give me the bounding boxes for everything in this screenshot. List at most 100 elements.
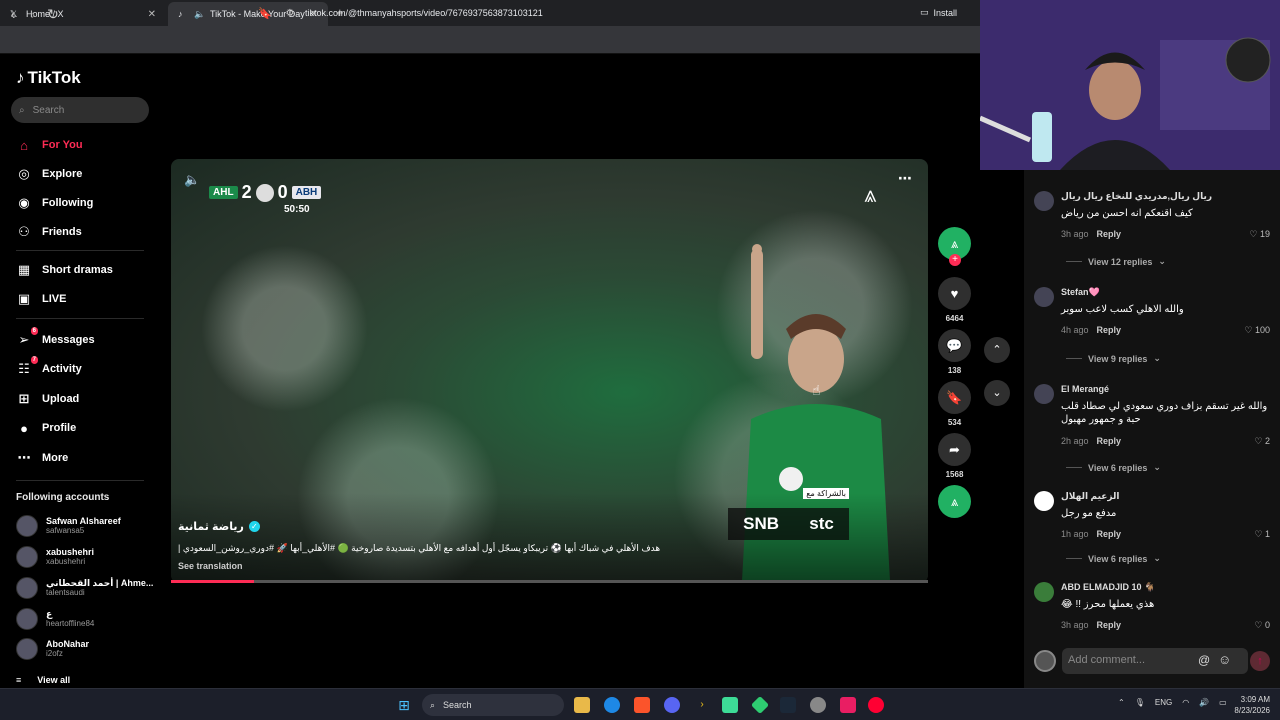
share-arrow-icon: ➦	[938, 433, 971, 466]
sidebar-item-profile[interactable]: ● Profile	[16, 417, 76, 439]
following-account[interactable]: أحمد القحطاني | Ahme... talentsaudi	[16, 577, 153, 599]
avatar[interactable]	[1034, 582, 1054, 602]
view-replies-button[interactable]: View 9 replies ⌄	[1066, 353, 1161, 364]
comment-author[interactable]: Stefan🩷	[1061, 287, 1100, 298]
view-replies-button[interactable]: View 6 replies ⌄	[1066, 462, 1161, 473]
sidebar-item-label: Upload	[42, 393, 80, 405]
chevron-up-icon[interactable]: ⌃	[984, 337, 1010, 363]
following-account[interactable]: xabushehri xabushehri	[16, 546, 94, 568]
taskbar-search[interactable]: ⌕ Search	[422, 694, 564, 716]
divider	[1066, 261, 1082, 262]
reply-button[interactable]: Reply	[1097, 436, 1122, 446]
taskbar-clock[interactable]: 3:09 AM 8/23/2026	[1228, 694, 1270, 716]
steam-icon[interactable]	[780, 697, 796, 713]
back-icon[interactable]: ‹	[6, 6, 20, 22]
battery-icon[interactable]: ▭	[1219, 698, 1227, 707]
discord-icon[interactable]	[664, 697, 680, 713]
comment-like-button[interactable]: ♡ 100	[1244, 325, 1270, 336]
sound-disc-button[interactable]: ⩓	[938, 485, 971, 518]
sidebar-item-messages[interactable]: ➢ 6 Messages	[16, 327, 95, 351]
video-author[interactable]: رياضة ثمانية ✓	[178, 520, 260, 533]
app-icon[interactable]	[722, 697, 738, 713]
address-bar	[0, 26, 980, 54]
site-info-icon[interactable]: ⚙	[283, 6, 297, 22]
url-text[interactable]: tiktok.com/@thmanyahsports/video/7676937…	[305, 8, 543, 18]
arrow-app-icon[interactable]: ›	[694, 697, 710, 713]
share-button[interactable]: ➦ 1568	[938, 433, 971, 479]
following-account[interactable]: Safwan Alshareef safwansa5	[16, 515, 121, 537]
forward-icon[interactable]: ›	[26, 6, 40, 22]
volume-icon[interactable]: 🔈	[184, 172, 200, 188]
logo-text: TikTok	[27, 68, 81, 87]
sidebar-item-more[interactable]: ⋯ More	[16, 447, 69, 469]
file-explorer-icon[interactable]	[574, 697, 590, 713]
comment-like-button[interactable]: ♡ 1	[1254, 529, 1270, 540]
tab-tiktok[interactable]: ♪ 🔈 TikTok - Make Your Day ✕	[168, 2, 328, 26]
avatar[interactable]	[1034, 287, 1054, 307]
mention-icon[interactable]: @	[1198, 653, 1210, 667]
tiktok-logo[interactable]: ♪ TikTok	[16, 68, 81, 88]
comment-like-button[interactable]: ♡ 19	[1249, 229, 1270, 240]
send-arrow-icon[interactable]: ↑	[1250, 651, 1270, 671]
avatar[interactable]	[1034, 191, 1054, 211]
brave-icon[interactable]	[634, 697, 650, 713]
sidebar-item-upload[interactable]: ⊞ Upload	[16, 388, 80, 410]
edge-icon[interactable]	[604, 697, 620, 713]
see-translation-link[interactable]: See translation	[178, 561, 243, 571]
view-replies-button[interactable]: View 12 replies ⌄	[1066, 256, 1166, 267]
view-all-link[interactable]: ≡ View all	[16, 675, 70, 685]
reply-button[interactable]: Reply	[1097, 620, 1122, 630]
sidebar-item-live[interactable]: ▣ LIVE	[16, 288, 67, 310]
sidebar-item-activity[interactable]: ☷ 7 Activity	[16, 356, 82, 380]
sidebar-item-friends[interactable]: ⚇ Friends	[16, 221, 82, 243]
comment-time: 1h ago	[1061, 529, 1089, 539]
follow-plus-icon[interactable]: +	[949, 254, 961, 266]
avatar[interactable]	[1034, 491, 1054, 511]
activity-badge: 7	[30, 356, 38, 364]
following-account[interactable]: ع heartoffline84	[16, 608, 94, 630]
sidebar-item-for-you[interactable]: ⌂ For You	[16, 134, 82, 156]
chevron-down-icon[interactable]: ⌄	[984, 380, 1010, 406]
reply-button[interactable]: Reply	[1097, 229, 1122, 239]
like-button[interactable]: ♥ 6464	[938, 277, 971, 323]
search-input[interactable]: ⌕ Search	[11, 97, 149, 123]
sidebar-item-short-dramas[interactable]: ▦ Short dramas	[16, 259, 113, 281]
microphone-icon[interactable]: 🎙	[1135, 698, 1145, 707]
avatar[interactable]	[1034, 384, 1054, 404]
comment-like-button[interactable]: ♡ 0	[1254, 620, 1270, 631]
windows-start-icon[interactable]: ⊞	[396, 697, 412, 713]
comment-author[interactable]: الزعيم الهلال	[1061, 491, 1120, 502]
comment-item: الزعيم الهلال مدفع مو رجل 1h ago Reply ♡ …	[1034, 491, 1274, 541]
install-button[interactable]: ▭ Install	[920, 7, 957, 18]
comment-author[interactable]: ABD ELMADJID 10 🐐	[1061, 582, 1155, 593]
sidebar-item-following[interactable]: ◉ Following	[16, 192, 93, 214]
save-button[interactable]: 🔖 534	[938, 381, 971, 427]
video-progress-bar[interactable]	[171, 580, 928, 583]
sidebar-item-label: Following	[42, 197, 94, 209]
youtube-music-icon[interactable]	[868, 697, 884, 713]
app-circle-icon[interactable]	[810, 697, 826, 713]
comment-author[interactable]: El Merangé	[1061, 384, 1109, 394]
reload-icon[interactable]: ↻	[46, 6, 60, 22]
sidebar-item-explore[interactable]: ◎ Explore	[16, 163, 82, 185]
following-account[interactable]: AboNahar i2ofz	[16, 638, 89, 660]
comment-author[interactable]: ريال ريال,مدريدي للنخاع ريال ريال	[1061, 191, 1212, 202]
comment-button[interactable]: 💬 138	[938, 329, 971, 375]
chevron-up-icon[interactable]: ⌃	[1118, 698, 1125, 707]
wifi-icon[interactable]: ◠	[1182, 698, 1189, 707]
comment-like-button[interactable]: ♡ 2	[1254, 436, 1270, 447]
speaker-icon[interactable]: 🔊	[1199, 698, 1209, 707]
close-icon[interactable]: ✕	[148, 9, 156, 20]
bookmark-icon[interactable]: 🔖	[258, 6, 272, 22]
language-indicator[interactable]: ENG	[1155, 698, 1172, 707]
recorder-icon[interactable]	[840, 697, 856, 713]
app-diamond-icon[interactable]	[750, 695, 770, 715]
reply-button[interactable]: Reply	[1097, 325, 1122, 335]
comment-text: والله الاهلي كسب لاعب سوبر	[1061, 304, 1184, 315]
more-options-icon[interactable]: ⋯	[898, 170, 912, 187]
emoji-icon[interactable]: ☺	[1218, 652, 1231, 667]
tab-home-x[interactable]: 𝕏 Home / X ✕	[0, 2, 166, 26]
sidebar-item-label: Profile	[42, 422, 77, 434]
reply-button[interactable]: Reply	[1097, 529, 1122, 539]
view-replies-button[interactable]: View 6 replies ⌄	[1066, 553, 1161, 564]
